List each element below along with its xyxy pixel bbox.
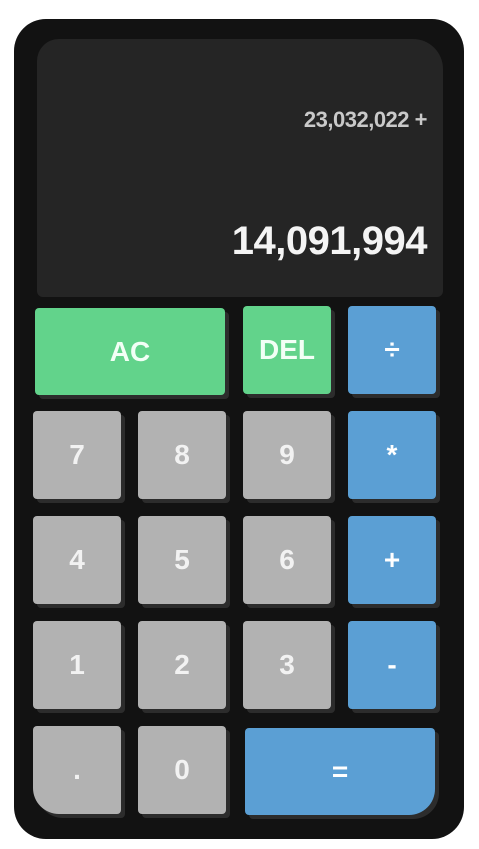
one-button[interactable]: 1: [33, 621, 121, 709]
eight-button[interactable]: 8: [138, 411, 226, 499]
previous-operand: 23,032,022 +: [303, 107, 428, 132]
calculator: 23,032,022 + 14,091,994 AC DEL ÷ 7 8 9 *…: [14, 19, 464, 839]
clear-button[interactable]: AC: [35, 308, 225, 395]
add-button[interactable]: +: [348, 516, 436, 604]
zero-button[interactable]: 0: [138, 726, 226, 814]
current-operand: 14,091,994: [231, 219, 428, 263]
five-button[interactable]: 5: [138, 516, 226, 604]
equals-button[interactable]: =: [245, 728, 435, 815]
display-panel: 23,032,022 + 14,091,994: [37, 39, 443, 297]
two-button[interactable]: 2: [138, 621, 226, 709]
three-button[interactable]: 3: [243, 621, 331, 709]
delete-button[interactable]: DEL: [243, 306, 331, 394]
six-button[interactable]: 6: [243, 516, 331, 604]
subtract-button[interactable]: -: [348, 621, 436, 709]
seven-button[interactable]: 7: [33, 411, 121, 499]
nine-button[interactable]: 9: [243, 411, 331, 499]
divide-button[interactable]: ÷: [348, 306, 436, 394]
multiply-button[interactable]: *: [348, 411, 436, 499]
decimal-button[interactable]: .: [33, 726, 121, 814]
four-button[interactable]: 4: [33, 516, 121, 604]
